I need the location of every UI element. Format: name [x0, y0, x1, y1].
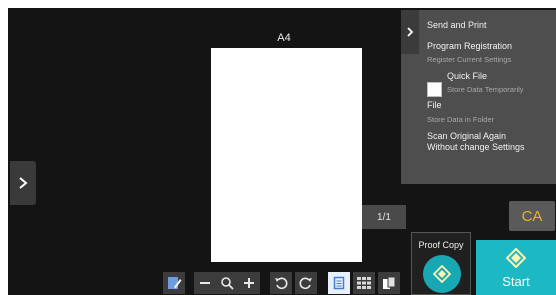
- zoom-in-button[interactable]: [238, 272, 260, 294]
- menu-program-registration[interactable]: Program Registration: [427, 41, 512, 51]
- edit-button[interactable]: [163, 272, 185, 294]
- zoom-in-icon: [244, 278, 254, 288]
- chevron-right-icon: [407, 27, 414, 37]
- proof-copy-button[interactable]: Proof Copy: [411, 232, 471, 295]
- quick-file-icon: [427, 82, 442, 97]
- rotate-right-icon: [299, 277, 312, 290]
- menu-file-sub: Store Data in Folder: [427, 115, 495, 124]
- menu-scan-original-again[interactable]: Scan Original Again: [427, 131, 506, 141]
- proof-copy-label: Proof Copy: [418, 240, 464, 250]
- rotate-left-icon: [275, 277, 288, 290]
- menu-quick-file[interactable]: Quick File: [447, 71, 487, 81]
- rotate-right-button[interactable]: [295, 272, 317, 294]
- paper-size-label: A4: [277, 32, 291, 44]
- menu-file[interactable]: File: [427, 100, 442, 110]
- single-page-view-icon: [333, 276, 345, 290]
- collapse-menu-button[interactable]: [401, 10, 419, 54]
- single-page-view-button[interactable]: [328, 272, 350, 294]
- chevron-right-icon: [19, 177, 28, 189]
- start-diamond-icon: [433, 265, 451, 283]
- start-label: Start: [502, 274, 530, 289]
- menu-quick-file-sub: Store Data Temporarily: [447, 85, 524, 94]
- thumbnail-grid-icon: [357, 277, 371, 289]
- copy-pages-button[interactable]: [378, 272, 400, 294]
- proof-copy-start-button[interactable]: [423, 255, 461, 293]
- preview-screen: A4 1/1 Send and Print Program Registrati…: [8, 8, 556, 295]
- rotate-left-button[interactable]: [270, 272, 292, 294]
- page-counter: 1/1: [362, 205, 406, 229]
- document-preview[interactable]: [211, 48, 362, 262]
- edit-icon: [168, 277, 182, 289]
- menu-send-and-print[interactable]: Send and Print: [427, 20, 487, 30]
- action-menu-panel: Send and Print Program Registration Regi…: [401, 10, 556, 184]
- zoom-button[interactable]: [216, 272, 238, 294]
- zoom-out-icon: [200, 282, 210, 284]
- start-diamond-icon: [506, 248, 526, 268]
- thumbnail-view-button[interactable]: [353, 272, 375, 294]
- start-button[interactable]: Start: [476, 240, 556, 295]
- expand-left-panel-button[interactable]: [10, 161, 36, 205]
- zoom-icon: [221, 277, 234, 290]
- ca-button[interactable]: CA: [509, 201, 555, 231]
- menu-program-registration-sub: Register Current Settings: [427, 55, 512, 64]
- copy-pages-icon: [383, 276, 396, 289]
- menu-scan-original-again-line2[interactable]: Without change Settings: [427, 142, 525, 152]
- zoom-out-button[interactable]: [194, 272, 216, 294]
